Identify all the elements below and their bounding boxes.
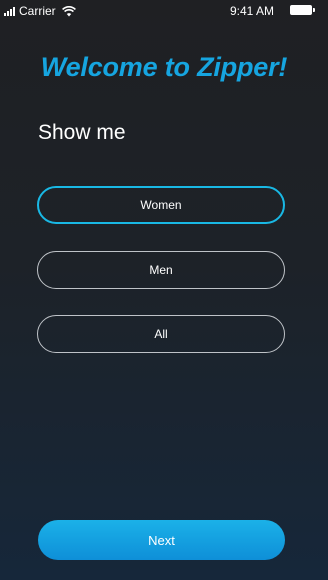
status-left: Carrier	[4, 4, 76, 18]
option-women-button[interactable]: Women	[37, 186, 285, 224]
option-all-button[interactable]: All	[37, 315, 285, 353]
battery-icon	[290, 5, 315, 15]
phone-screen: Carrier 9:41 AM Welcome to Zipper! Show …	[0, 0, 328, 580]
wifi-icon	[61, 5, 76, 16]
carrier-label: Carrier	[19, 4, 56, 18]
signal-icon	[4, 6, 16, 16]
option-men-button[interactable]: Men	[37, 251, 285, 289]
show-me-heading: Show me	[38, 121, 126, 144]
next-button[interactable]: Next	[38, 520, 285, 560]
welcome-title: Welcome to Zipper!	[40, 52, 288, 82]
status-bar: Carrier 9:41 AM	[0, 0, 328, 22]
status-time: 9:41 AM	[229, 4, 274, 18]
